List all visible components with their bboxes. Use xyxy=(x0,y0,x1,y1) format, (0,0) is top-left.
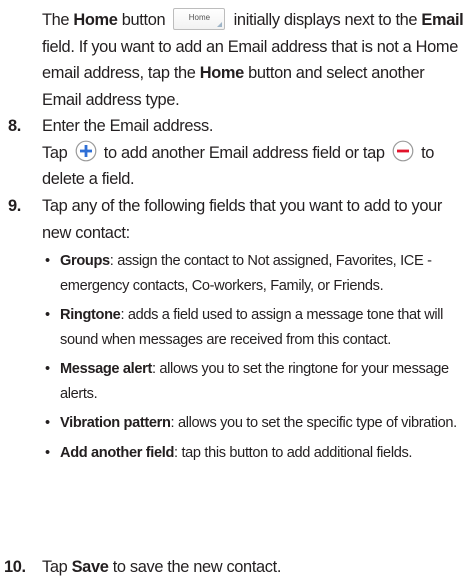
step-8-line-1: Enter the Email address. xyxy=(42,117,214,135)
step-8-mid-text: to add another Email address field or ta… xyxy=(99,143,389,162)
intro-text-1: The xyxy=(42,11,74,29)
list-item-vibration-pattern: • Vibration pattern: allows you to set th… xyxy=(42,411,463,436)
home-button-image: Home xyxy=(173,7,226,30)
home-term-2: Home xyxy=(199,64,244,82)
step-body: Tap Save to save the new contact. xyxy=(42,554,459,581)
bullet-glyph: • xyxy=(45,307,50,323)
list-item-message-alert: • Message alert: allows you to set the ri… xyxy=(42,357,463,406)
step-number: 10. xyxy=(4,558,26,576)
option-description: : tap this button to add additional fiel… xyxy=(174,444,413,461)
intro-text-2: button xyxy=(117,11,170,29)
step-10-text: to save the new contact. xyxy=(108,558,282,576)
bullet-glyph: • xyxy=(45,361,50,377)
list-item-add-another-field: • Add another field: tap this button to a… xyxy=(42,441,463,466)
step-body: Tap any of the following fields that you… xyxy=(42,193,463,465)
list-item-groups: • Groups: assign the contact to Not assig… xyxy=(42,249,463,298)
save-term: Save xyxy=(71,558,109,576)
step-number: 9. xyxy=(8,197,21,215)
manual-page: The Home button Home initially displays … xyxy=(0,0,470,585)
option-term: Vibration pattern xyxy=(60,415,171,431)
step-8-line-2: Tap to add another Email address field o… xyxy=(42,140,463,193)
option-description: : assign the contact to Not assigned, Fa… xyxy=(60,253,432,294)
tap-text: Tap xyxy=(42,143,72,162)
tap-text: Tap xyxy=(42,558,72,576)
step-9-text: Tap any of the following fields that you… xyxy=(42,197,442,242)
add-circle-icon xyxy=(75,140,96,162)
step-body: Enter the Email address. Tap to add anot… xyxy=(42,113,463,193)
option-term: Groups xyxy=(60,253,110,269)
option-term: Message alert xyxy=(60,361,152,377)
remove-circle-icon xyxy=(392,140,414,162)
field-options-list: • Groups: assign the contact to Not assig… xyxy=(42,249,463,465)
intro-text-3: initially displays next to the xyxy=(229,11,422,29)
home-term: Home xyxy=(73,11,118,29)
intro-paragraph: The Home button Home initially displays … xyxy=(42,7,467,113)
bullet-glyph: • xyxy=(45,253,50,269)
step-number: 8. xyxy=(8,117,21,135)
email-term: Email xyxy=(421,11,464,29)
option-term: Add another field xyxy=(60,444,175,461)
bullet-glyph: • xyxy=(45,444,50,461)
bullet-glyph: • xyxy=(45,415,50,431)
step-8: 8. Enter the Email address. Tap to add a… xyxy=(8,113,463,193)
step-10: 10. Tap Save to save the new contact. xyxy=(4,554,459,581)
step-9: 9. Tap any of the following fields that … xyxy=(8,193,463,470)
option-term: Ringtone xyxy=(60,307,121,323)
option-description: : allows you to set the specific type of… xyxy=(170,415,458,431)
list-item-ringtone: • Ringtone: adds a field used to assign a… xyxy=(42,303,463,352)
dropdown-corner-icon xyxy=(217,21,223,27)
